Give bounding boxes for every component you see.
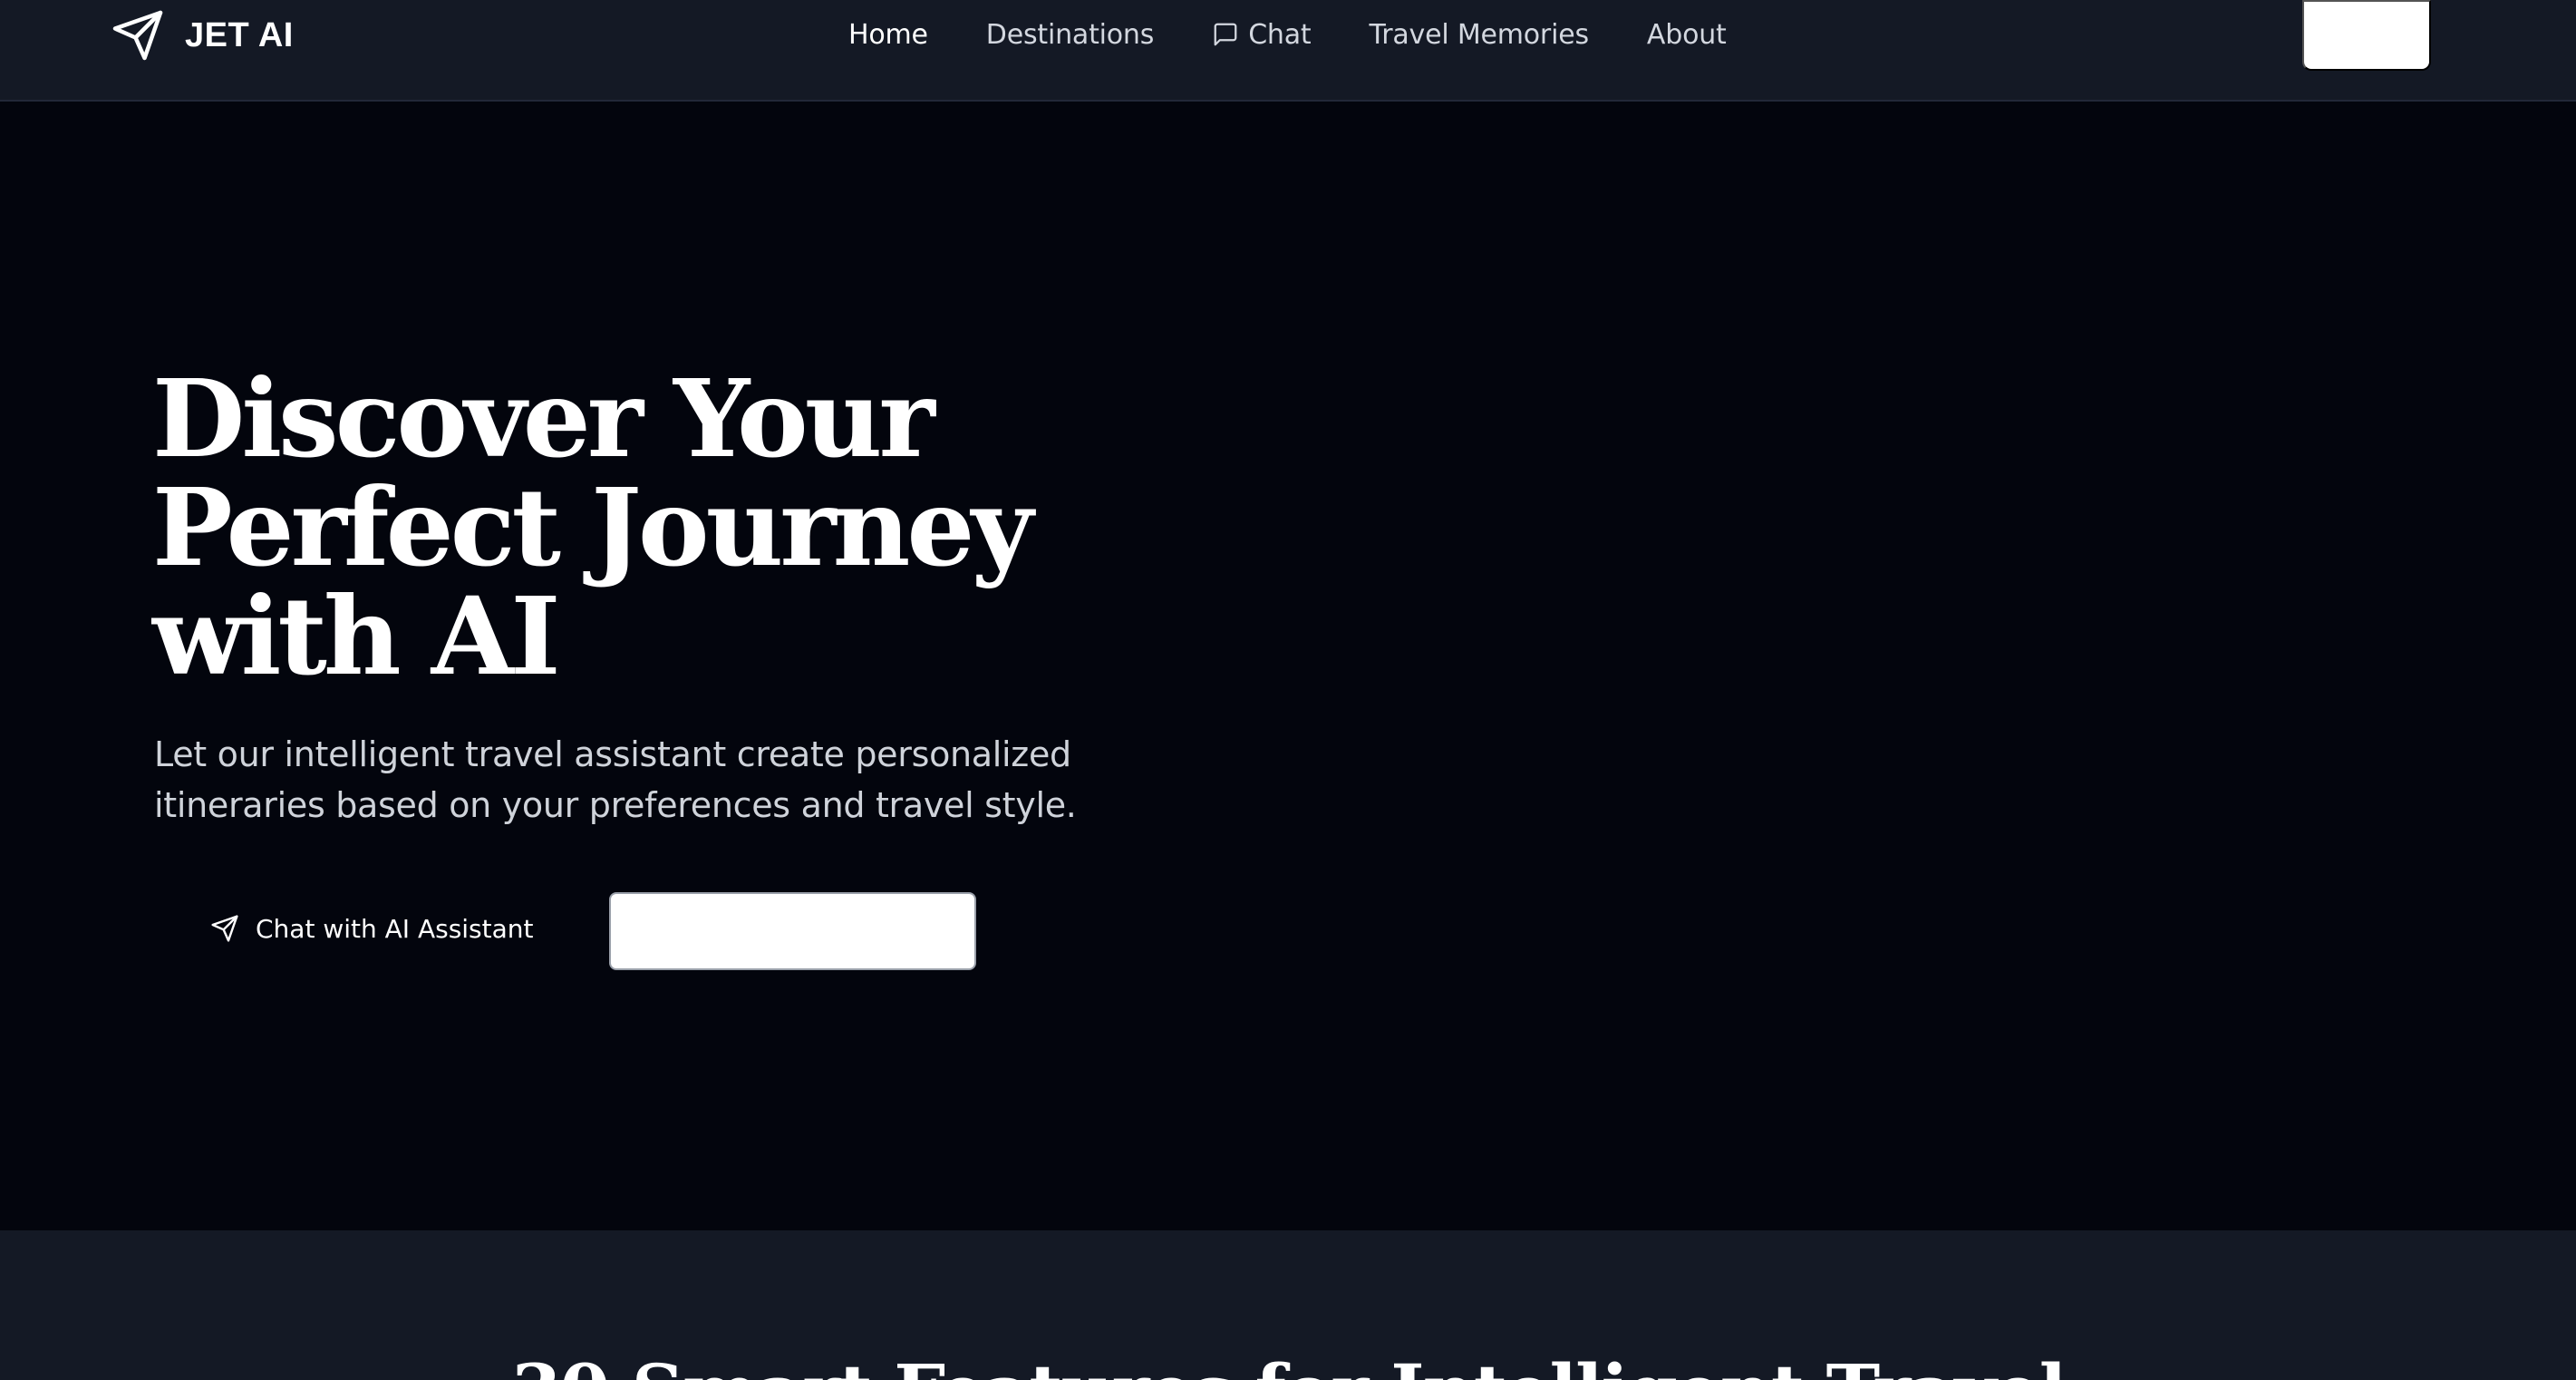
paper-plane-icon — [111, 8, 165, 63]
nav-home-link[interactable]: Home — [848, 19, 928, 51]
nav-travel-memories-link[interactable]: Travel Memories — [1369, 18, 1590, 51]
nav-cta-button[interactable] — [2302, 0, 2431, 71]
chat-with-ai-button[interactable]: Chat with AI Assistant — [210, 892, 534, 965]
nav-about-link[interactable]: About — [1647, 19, 1727, 51]
hero-subtitle: Let our intelligent travel assistant cre… — [154, 734, 1077, 825]
chat-with-ai-label: Chat with AI Assistant — [256, 913, 534, 944]
nav-destinations-label: Destinations — [985, 18, 1155, 51]
brand-name: JET AI — [185, 15, 294, 54]
nav-about-label: About — [1646, 18, 1727, 51]
nav-chat-label: Chat — [1248, 18, 1312, 51]
paper-plane-icon — [210, 914, 239, 943]
nav-travel-memories-label: Travel Memories — [1369, 18, 1590, 51]
brand-logo[interactable]: JET AI — [111, 5, 294, 65]
message-square-icon — [1212, 21, 1239, 48]
hero-title: Discover Your Perfect Journey with AI — [152, 355, 1033, 699]
secondary-hero-button[interactable] — [609, 892, 976, 970]
nav-destinations-link[interactable]: Destinations — [985, 18, 1155, 51]
nav-chat-link[interactable]: Chat — [1212, 18, 1312, 51]
main-nav: Home Destinations Chat Travel Memories A… — [848, 13, 1785, 56]
hero-section: Discover Your Perfect Journey with AI Le… — [0, 102, 2576, 1230]
features-section: 30 Smart Features for Intelligent Travel — [0, 1230, 2576, 1380]
features-title: 30 Smart Features for Intelligent Travel — [0, 1348, 2576, 1380]
nav-home-label: Home — [848, 18, 928, 51]
top-navbar: JET AI Home Destinations Chat Travel Mem… — [0, 0, 2576, 102]
